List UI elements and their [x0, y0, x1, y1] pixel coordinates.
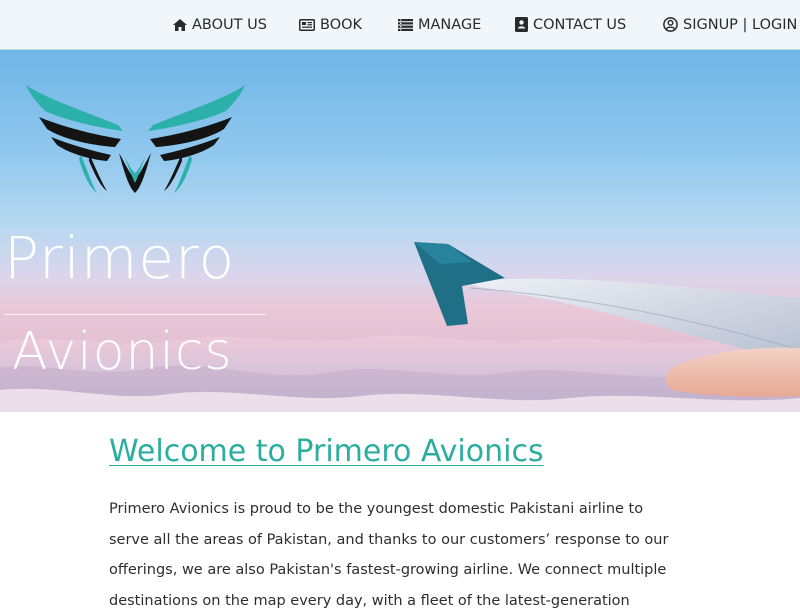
- home-icon: [173, 18, 187, 31]
- company-logo[interactable]: [23, 83, 248, 198]
- list-icon: [398, 18, 413, 31]
- nav-signup-login-link[interactable]: SIGNUP | LOGIN: [663, 0, 797, 49]
- nav-signup-login-label: SIGNUP | LOGIN: [683, 16, 798, 33]
- nav-about-us-label: ABOUT US: [192, 16, 267, 33]
- hero-banner: Primero Avionics: [0, 50, 800, 412]
- newspaper-icon: [299, 18, 315, 31]
- address-book-icon: [515, 17, 528, 32]
- hero-brand-line-2: Avionics: [12, 322, 233, 382]
- nav-book-label: BOOK: [320, 16, 363, 33]
- nav-manage-link[interactable]: MANAGE: [398, 0, 481, 49]
- nav-book-link[interactable]: BOOK: [299, 0, 362, 49]
- welcome-heading: Welcome to Primero Avionics: [109, 434, 544, 469]
- nav-contact-us-link[interactable]: CONTACT US: [515, 0, 626, 49]
- main-content: Welcome to Primero Avionics Primero Avio…: [109, 434, 689, 616]
- nav-manage-label: MANAGE: [418, 16, 482, 33]
- intro-paragraph: Primero Avionics is proud to be the youn…: [109, 501, 669, 609]
- top-navigation-bar: ABOUT US BOOK MANAGE CONTACT US SIGNUP |…: [0, 0, 800, 50]
- hero-brand-line-1: Primero: [4, 224, 236, 292]
- nav-contact-us-label: CONTACT US: [533, 16, 627, 33]
- hero-brand-divider: [4, 314, 266, 315]
- user-circle-icon: [663, 17, 678, 32]
- nav-about-us-link[interactable]: ABOUT US: [173, 0, 267, 49]
